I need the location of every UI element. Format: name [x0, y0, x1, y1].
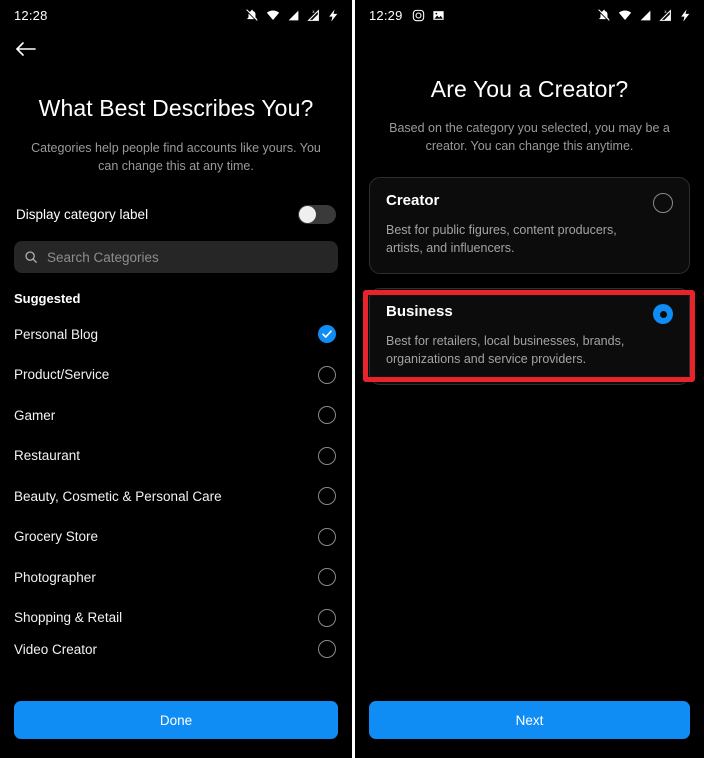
list-item[interactable]: Restaurant [0, 436, 352, 477]
signal-icon [288, 10, 299, 20]
radio-button[interactable] [318, 568, 336, 587]
wifi-icon [618, 10, 632, 20]
list-item-label: Beauty, Cosmetic & Personal Care [14, 488, 222, 504]
instagram-icon [412, 9, 424, 21]
check-icon[interactable] [318, 325, 336, 344]
display-category-label-toggle[interactable] [298, 204, 336, 224]
back-arrow-icon[interactable] [14, 39, 38, 59]
list-item-label: Photographer [14, 569, 96, 585]
category-list: Personal Blog Product/Service Gamer Rest… [0, 314, 352, 660]
radio-button[interactable] [318, 640, 336, 658]
bell-off-icon [245, 9, 258, 21]
left-cta-container: Done [0, 691, 352, 758]
list-item-label: Shopping & Retail [14, 610, 123, 626]
battery-charging-icon [681, 9, 690, 21]
option-card-business[interactable]: Business Best for retailers, local busin… [369, 288, 690, 385]
option-card-creator[interactable]: Creator Best for public figures, content… [369, 177, 690, 274]
page-title: Are You a Creator? [430, 76, 629, 102]
list-item-label: Product/Service [14, 367, 110, 383]
search-icon [25, 251, 37, 263]
signal-no-sim-icon: x [659, 9, 671, 21]
radio-button[interactable] [318, 406, 336, 425]
display-category-label-row[interactable]: Display category label [0, 197, 352, 231]
list-item[interactable]: Shopping & Retail [0, 598, 352, 639]
list-item-label: Personal Blog [14, 326, 99, 342]
signal-icon [640, 10, 651, 20]
list-item[interactable]: Product/Service [0, 355, 352, 396]
option-title: Business [386, 303, 453, 320]
radio-button[interactable] [318, 527, 336, 546]
radio-button[interactable] [318, 608, 336, 627]
svg-text:x: x [312, 9, 315, 14]
display-category-label-text: Display category label [16, 206, 149, 222]
radio-button-selected[interactable] [653, 304, 673, 324]
list-item[interactable]: Beauty, Cosmetic & Personal Care [0, 476, 352, 517]
search-input-placeholder: Search Categories [47, 249, 159, 265]
page-subtitle: Categories help people find accounts lik… [31, 141, 321, 173]
done-button[interactable]: Done [14, 701, 338, 739]
option-description: Best for retailers, local businesses, br… [386, 334, 625, 366]
battery-charging-icon [329, 9, 338, 21]
status-time: 12:28 [14, 7, 48, 23]
page-subtitle: Based on the category you selected, you … [389, 121, 670, 153]
radio-button[interactable] [653, 193, 673, 213]
list-item[interactable]: Personal Blog [0, 314, 352, 355]
right-phone-screen: 12:29 x Are You a Creator? Based on the … [355, 0, 704, 758]
wifi-icon [266, 10, 280, 20]
bell-off-icon [597, 9, 610, 21]
status-right-icons: x [245, 8, 340, 22]
right-status-bar: 12:29 x [355, 0, 704, 30]
list-section-header: Suggested [14, 291, 81, 306]
image-icon [432, 10, 444, 20]
radio-button[interactable] [318, 487, 336, 506]
toggle-knob [299, 205, 316, 223]
list-item-label: Restaurant [14, 448, 81, 464]
status-right-icons: x [597, 8, 692, 22]
left-status-bar: 12:28 x [0, 0, 352, 30]
account-type-options: Creator Best for public figures, content… [355, 177, 704, 385]
list-item-label: Gamer [14, 407, 56, 423]
list-item[interactable]: Video Creator [0, 638, 352, 660]
search-categories-field[interactable]: Search Categories [14, 241, 338, 273]
page-title: What Best Describes You? [38, 95, 314, 121]
svg-text:x: x [664, 9, 667, 14]
status-time: 12:29 [369, 7, 403, 23]
dual-screenshot-container: 12:28 x What Best Describes You? Categor… [0, 0, 704, 758]
list-item[interactable]: Gamer [0, 395, 352, 436]
list-item-label: Grocery Store [14, 529, 99, 545]
list-item[interactable]: Photographer [0, 557, 352, 598]
right-cta-container: Next [355, 691, 704, 758]
left-back-bar [0, 30, 352, 68]
status-notification-icons [412, 9, 445, 22]
left-phone-screen: 12:28 x What Best Describes You? Categor… [0, 0, 352, 758]
radio-button[interactable] [318, 365, 336, 384]
list-item[interactable]: Grocery Store [0, 517, 352, 558]
next-button[interactable]: Next [369, 701, 690, 739]
signal-no-sim-icon: x [307, 9, 319, 21]
radio-button[interactable] [318, 446, 336, 465]
option-title: Creator [386, 192, 440, 209]
list-item-label: Video Creator [14, 641, 98, 657]
option-description: Best for public figures, content produce… [386, 223, 617, 255]
